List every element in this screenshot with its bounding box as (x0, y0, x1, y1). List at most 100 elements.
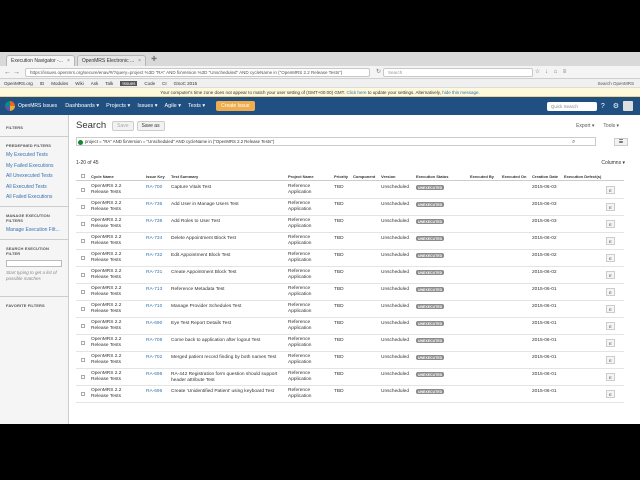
url-bar[interactable]: https://issues.openmrs.org/secure/enav/#… (25, 67, 370, 77)
status-badge[interactable]: UNEXECUTED (416, 321, 445, 326)
status-badge[interactable]: UNEXECUTED (416, 338, 445, 343)
execute-button[interactable]: E (606, 305, 615, 313)
row-checkbox[interactable] (81, 256, 85, 260)
issue-key-link[interactable]: RA-738 (146, 219, 162, 224)
col-project-name[interactable]: Project Name (288, 174, 314, 179)
table-row[interactable]: OpenMRS 2.2 Release Tests RA-736 Add User … (76, 199, 624, 216)
status-badge[interactable]: UNEXECUTED (416, 202, 445, 207)
table-row[interactable]: OpenMRS 2.2 Release Tests RA-710 Manage Pr… (76, 301, 624, 318)
execute-button[interactable]: E (606, 339, 615, 347)
browser-search-input[interactable]: Search (383, 67, 533, 77)
close-icon[interactable]: × (138, 58, 141, 64)
bookmark-wiki[interactable]: Wiki (75, 81, 84, 86)
filter-search-input[interactable] (6, 260, 62, 267)
forward-icon[interactable]: → (12, 69, 21, 76)
execute-button[interactable]: E (606, 373, 615, 381)
status-badge[interactable]: UNEXECUTED (416, 304, 445, 309)
issue-key-link[interactable]: RA-734 (146, 236, 162, 241)
issue-key-link[interactable]: RA-736 (146, 202, 162, 207)
col-cycle-name[interactable]: Cycle Name (91, 174, 114, 179)
row-checkbox[interactable] (81, 324, 85, 328)
help-icon[interactable]: ? (601, 103, 605, 110)
gear-icon[interactable]: ⚙ (613, 102, 619, 110)
execute-button[interactable]: E (606, 186, 615, 194)
quick-search-input[interactable]: Quick Search (546, 101, 597, 111)
col-issue-key[interactable]: Issue Key (146, 174, 165, 179)
issue-key-link[interactable]: RA-731 (146, 270, 162, 275)
execute-button[interactable]: E (606, 254, 615, 262)
col-creation-date[interactable]: Creation Date (532, 174, 558, 179)
bookmark-gsoc[interactable]: GSoC 2015 (174, 81, 198, 86)
execute-button[interactable]: E (606, 322, 615, 330)
table-row[interactable]: OpenMRS 2.2 Release Tests RA-700 Capture V… (76, 182, 624, 199)
menu-projects[interactable]: Projects ▾ (106, 103, 130, 109)
select-all-checkbox[interactable] (81, 174, 85, 178)
menu-agile[interactable]: Agile ▾ (165, 103, 182, 109)
jql-query-input[interactable]: project = "RA" AND fixVersion = "Unsched… (76, 137, 596, 146)
reload-icon[interactable]: ↻ (374, 68, 383, 76)
status-badge[interactable]: UNEXECUTED (416, 185, 445, 190)
col-version[interactable]: Version (381, 174, 395, 179)
download-icon[interactable]: ↓ (542, 68, 551, 76)
row-checkbox[interactable] (81, 239, 85, 243)
table-row[interactable]: OpenMRS 2.2 Release Tests RA-731 Create Ap… (76, 267, 624, 284)
execute-button[interactable]: E (606, 390, 615, 398)
notice-click-here-link[interactable]: Click here (346, 90, 366, 95)
row-checkbox[interactable] (81, 222, 85, 226)
back-icon[interactable]: ← (3, 69, 12, 76)
status-badge[interactable]: UNEXECUTED (416, 253, 445, 258)
row-checkbox[interactable] (81, 392, 85, 396)
bookmark-code[interactable]: Code (144, 81, 155, 86)
table-row[interactable]: OpenMRS 2.2 Release Tests RA-698 RA-442 Re… (76, 369, 624, 386)
export-button[interactable]: Export ▾ (576, 123, 594, 129)
issue-key-link[interactable]: RA-700 (146, 185, 162, 190)
star-icon[interactable]: ☆ (533, 68, 542, 76)
execute-button[interactable]: E (606, 220, 615, 228)
status-badge[interactable]: UNEXECUTED (416, 287, 445, 292)
execute-button[interactable]: E (606, 288, 615, 296)
issue-key-link[interactable]: RA-732 (146, 253, 162, 258)
row-checkbox[interactable] (81, 290, 85, 294)
status-badge[interactable]: UNEXECUTED (416, 389, 445, 394)
filter-my-executed-tests[interactable]: My Executed Tests (6, 152, 62, 158)
browser-tab-execution-navigator[interactable]: Execution Navigator -... × (6, 55, 75, 66)
issue-key-link[interactable]: RA-713 (146, 287, 162, 292)
table-row[interactable]: OpenMRS 2.2 Release Tests RA-738 Add Roles… (76, 216, 624, 233)
execute-button[interactable]: E (606, 271, 615, 279)
col-execution-defects[interactable]: Execution Defect(s) (564, 174, 601, 179)
home-icon[interactable]: ⌂ (551, 68, 560, 76)
menu-dashboards[interactable]: Dashboards ▾ (65, 103, 99, 109)
issue-key-link[interactable]: RA-708 (146, 338, 162, 343)
col-test-summary[interactable]: Test Summary (171, 174, 198, 179)
execute-button[interactable]: E (606, 203, 615, 211)
bookmark-openmrs[interactable]: OpenMRS.org (4, 81, 33, 86)
status-badge[interactable]: UNEXECUTED (416, 219, 445, 224)
filter-my-failed-executions[interactable]: My Failed Executions (6, 163, 62, 169)
browser-tab-openmrs[interactable]: OpenMRS Electronic ... × (76, 55, 147, 66)
status-badge[interactable]: UNEXECUTED (416, 270, 445, 275)
app-name[interactable]: OpenMRS Issues (18, 103, 57, 109)
avatar[interactable] (623, 101, 633, 111)
save-as-button[interactable]: Save as (136, 120, 165, 131)
row-checkbox[interactable] (81, 273, 85, 277)
bookmark-ci[interactable]: CI (162, 81, 167, 86)
menu-issues[interactable]: Issues ▾ (137, 103, 157, 109)
issue-key-link[interactable]: RA-702 (146, 355, 162, 360)
execute-button[interactable]: E (606, 356, 615, 364)
issue-key-link[interactable]: RA-698 (146, 372, 162, 377)
row-checkbox[interactable] (81, 358, 85, 362)
menu-tests[interactable]: Tests ▾ (188, 103, 205, 109)
notice-hide-link[interactable]: hide this message. (442, 90, 480, 95)
save-button[interactable]: Save (112, 120, 134, 131)
bookmark-ask[interactable]: Ask (91, 81, 99, 86)
bookmark-issues[interactable]: Issues (120, 80, 138, 86)
columns-button[interactable]: Columns ▾ (601, 160, 625, 166)
issue-key-link[interactable]: RA-710 (146, 304, 162, 309)
col-execution-status[interactable]: Execution Status (416, 174, 448, 179)
row-checkbox[interactable] (81, 205, 85, 209)
row-checkbox[interactable] (81, 188, 85, 192)
search-icon[interactable]: ⌕ (572, 139, 575, 146)
tools-button[interactable]: Tools ▾ (603, 123, 619, 129)
openmrs-logo-icon[interactable] (5, 101, 15, 111)
bookmark-search-openmrs[interactable]: Search OpenMRS (597, 81, 634, 86)
